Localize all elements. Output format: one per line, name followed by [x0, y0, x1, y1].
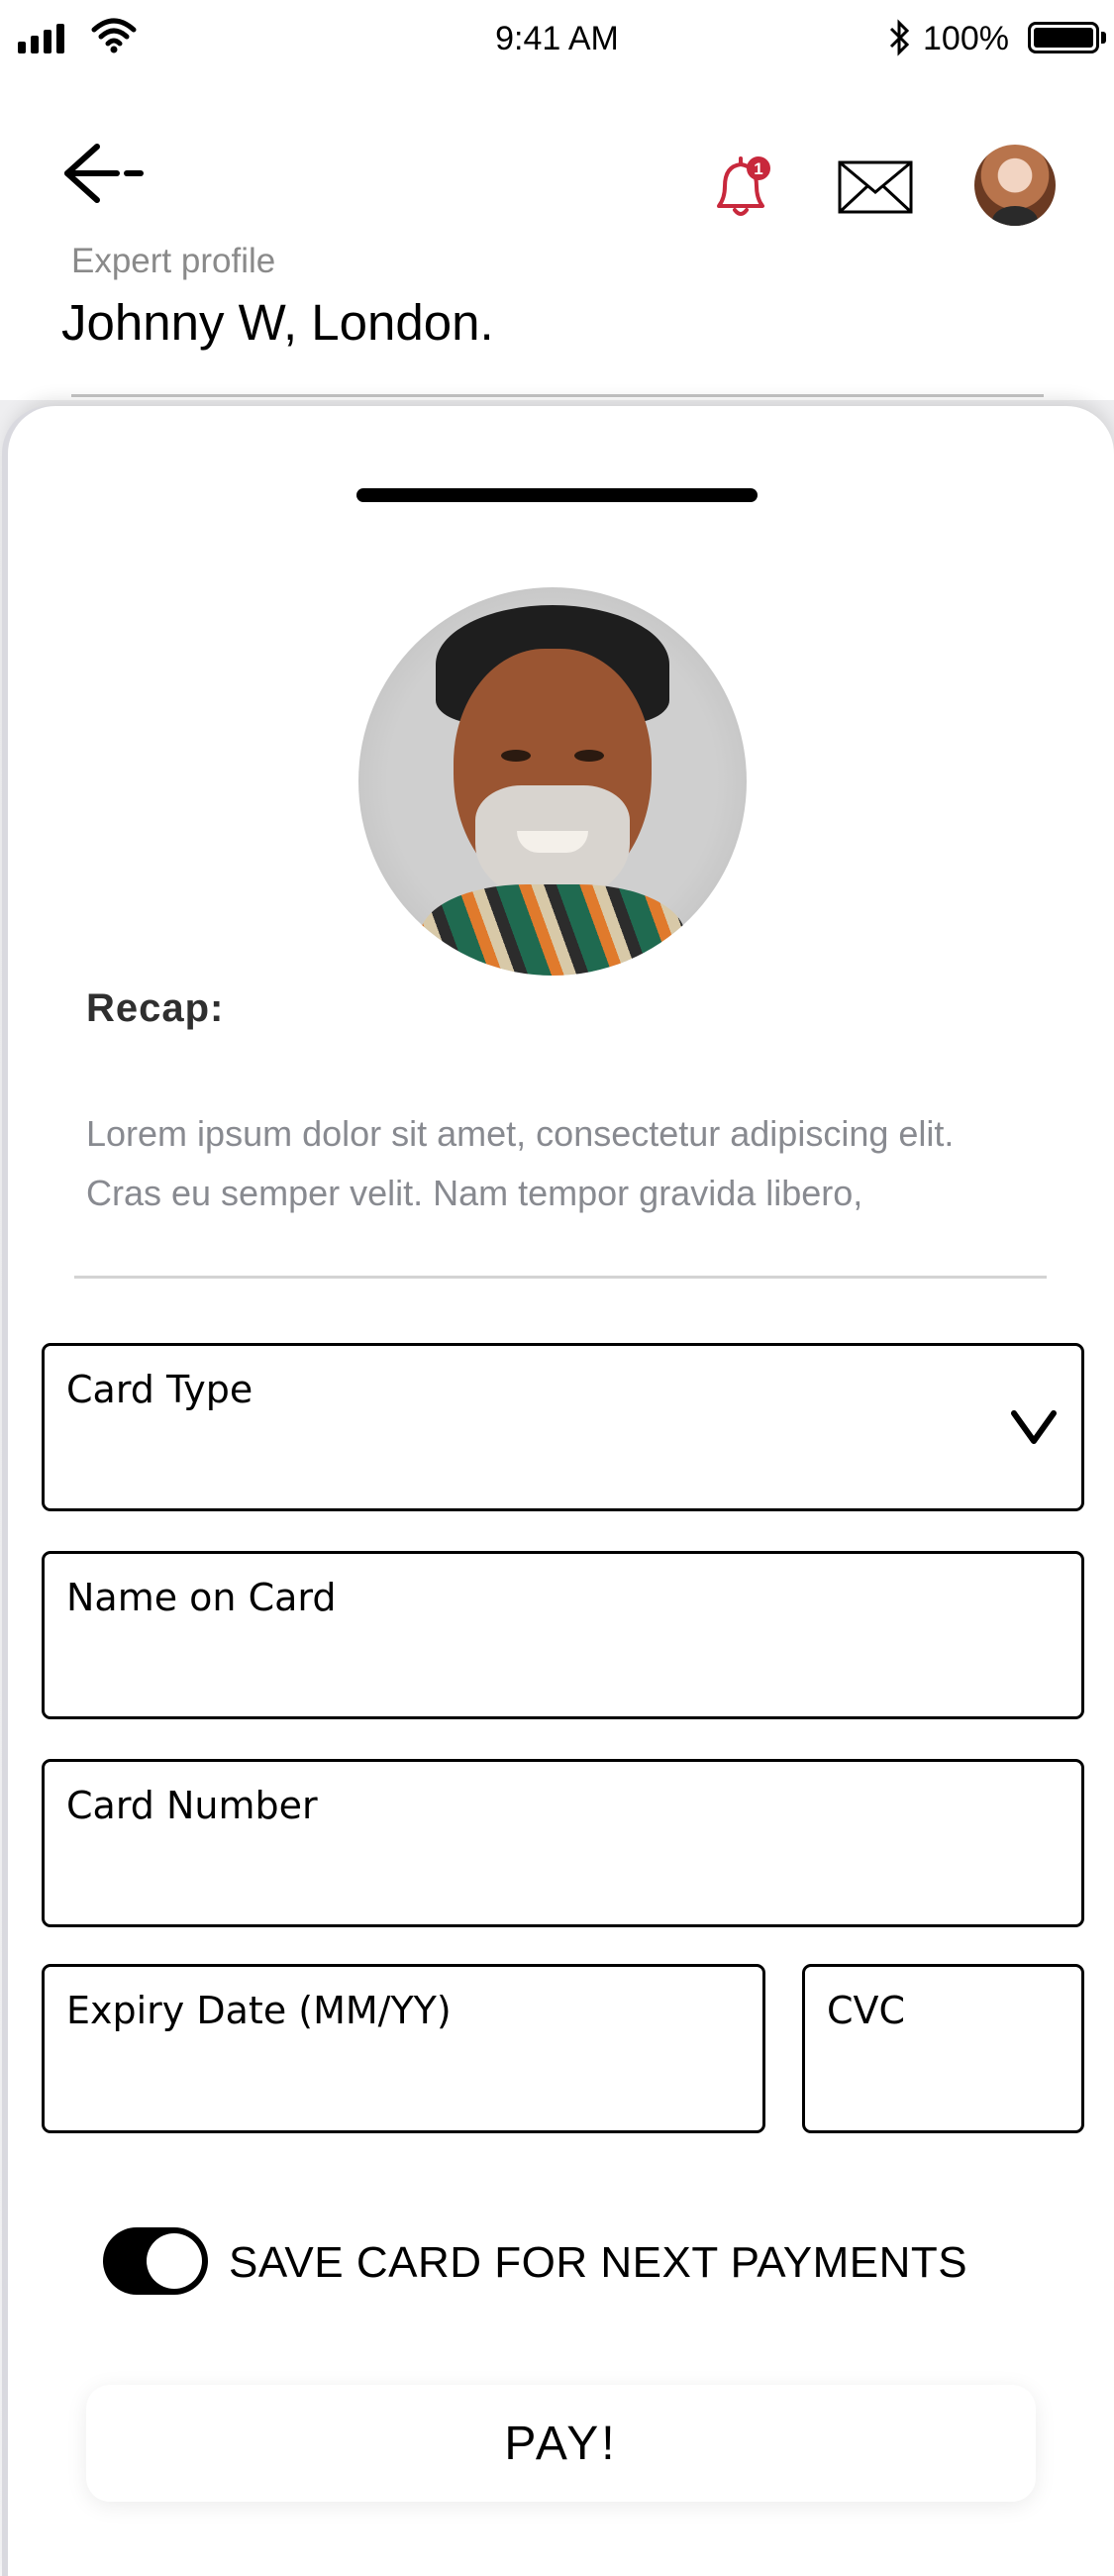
cvc-field[interactable]: CVC [802, 1964, 1084, 2133]
save-card-toggle[interactable] [103, 2227, 208, 2295]
page-title: Johnny W, London. [61, 294, 494, 351]
recap-heading: Recap: [86, 986, 225, 1030]
back-arrow-icon[interactable] [61, 139, 149, 208]
cvc-label: CVC [827, 1989, 906, 2032]
expiry-date-field[interactable]: Expiry Date (MM/YY) [42, 1964, 765, 2133]
expert-photo [358, 587, 747, 976]
bluetooth-icon [889, 19, 910, 56]
notification-badge: 1 [754, 159, 762, 178]
pay-button[interactable]: PAY! [86, 2385, 1036, 2502]
mail-icon[interactable] [838, 160, 913, 214]
recap-divider [74, 1276, 1047, 1279]
save-card-label: SAVE CARD FOR NEXT PAYMENTS [229, 2238, 968, 2287]
sheet-drag-handle[interactable] [356, 488, 758, 502]
battery-icon [1028, 22, 1099, 53]
expiry-date-label: Expiry Date (MM/YY) [66, 1989, 452, 2032]
recap-text: Lorem ipsum dolor sit amet, consectetur … [86, 1113, 955, 1213]
card-type-select[interactable]: Card Type [42, 1343, 1084, 1511]
header-divider [71, 394, 1044, 397]
card-type-label: Card Type [66, 1368, 253, 1411]
user-avatar[interactable] [974, 145, 1056, 226]
card-number-label: Card Number [66, 1784, 318, 1827]
battery-percent: 100% [923, 20, 1009, 57]
name-on-card-field[interactable]: Name on Card [42, 1551, 1084, 1719]
name-on-card-label: Name on Card [66, 1576, 337, 1619]
bell-icon[interactable]: 1 [709, 155, 772, 220]
toggle-knob [147, 2233, 202, 2289]
status-bar: 9:41 AM 100% [0, 0, 1114, 79]
card-number-field[interactable]: Card Number [42, 1759, 1084, 1927]
chevron-down-icon [1011, 1410, 1057, 1444]
page-subtitle: Expert profile [71, 242, 276, 280]
battery-cap [1101, 32, 1106, 44]
